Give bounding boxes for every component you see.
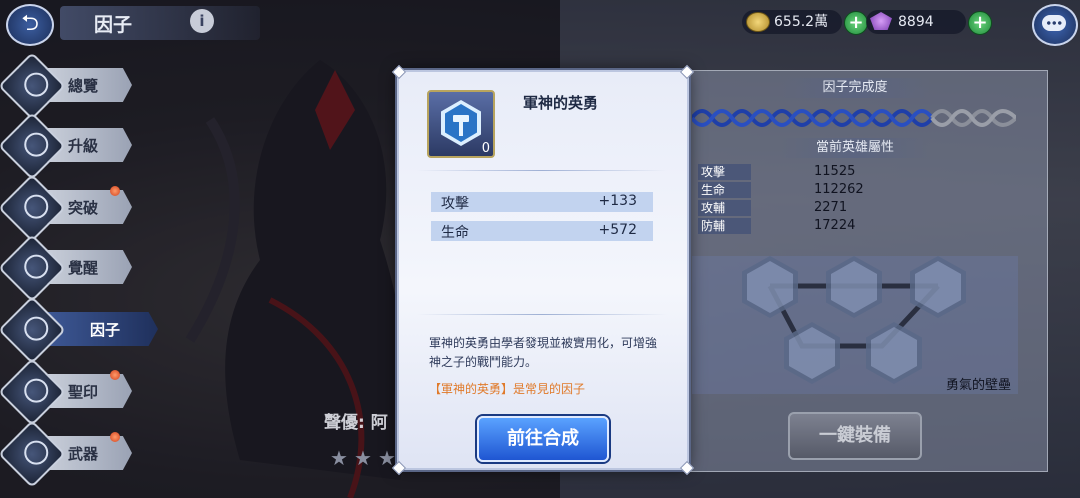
stat-row: 攻擊 11525 bbox=[698, 164, 1038, 180]
bonus-name: 攻擊 bbox=[441, 196, 469, 212]
notification-badge bbox=[110, 186, 120, 196]
hammer-icon bbox=[441, 100, 481, 146]
sidebar-item-seal[interactable]: 聖印 bbox=[0, 358, 135, 426]
stat-value: 11525 bbox=[814, 164, 856, 179]
star-icon: ★ bbox=[354, 446, 372, 470]
completion-title: 因子完成度 bbox=[780, 78, 930, 98]
sidebar-item-awaken[interactable]: 覺醒 bbox=[0, 234, 135, 302]
item-name: 軍神的英勇 bbox=[523, 94, 599, 112]
sidebar-item-overview[interactable]: 總覽 bbox=[0, 52, 135, 120]
sidebar-item-weapon[interactable]: 武器 bbox=[0, 420, 135, 488]
stat-value: 17224 bbox=[814, 218, 856, 233]
title-plate bbox=[60, 6, 260, 40]
sidebar-item-label: 升級 bbox=[68, 137, 99, 155]
voice-actor-label: 聲優: 阿 bbox=[324, 413, 388, 433]
rarity-note: 【軍神的英勇】是常見的因子 bbox=[429, 382, 586, 396]
gold-coin-icon bbox=[746, 12, 770, 32]
stat-row: 防輔 17224 bbox=[698, 218, 1038, 234]
dna-progress-icon bbox=[692, 109, 1016, 127]
chat-button[interactable] bbox=[1032, 4, 1078, 46]
top-bar: ⮌ 因子 i 655.2萬 + 8894 + bbox=[0, 0, 1080, 46]
factor-item-slot: 0 bbox=[427, 90, 495, 158]
sidebar-item-label: 突破 bbox=[68, 199, 99, 217]
add-gold-button[interactable]: + bbox=[844, 11, 868, 35]
stats-title: 當前英雄屬性 bbox=[780, 138, 930, 158]
sidebar-item-label: 因子 bbox=[90, 321, 121, 339]
stat-name: 生命 bbox=[698, 182, 751, 198]
sidebar-item-breakthrough[interactable]: 突破 bbox=[0, 174, 135, 242]
go-synthesize-button[interactable]: 前往合成 bbox=[477, 416, 609, 462]
bonus-row: 攻擊 +133 bbox=[431, 192, 653, 212]
notification-badge bbox=[110, 432, 120, 442]
bonus-name: 生命 bbox=[441, 225, 469, 241]
info-icon[interactable]: i bbox=[190, 9, 214, 33]
gold-amount: 655.2萬 bbox=[774, 14, 829, 30]
stat-name: 攻擊 bbox=[698, 164, 751, 180]
sidebar-item-label: 武器 bbox=[68, 445, 99, 463]
item-description: 軍神的英勇由學者發現並被實用化，可增強神之子的戰鬥能力。 bbox=[429, 336, 658, 369]
divider bbox=[417, 170, 667, 171]
bonus-row: 生命 +572 bbox=[431, 221, 653, 241]
bonus-value: +572 bbox=[598, 222, 637, 238]
divider bbox=[417, 314, 667, 315]
sidebar-item-label: 總覽 bbox=[68, 77, 99, 95]
factor-detail-modal: 0 軍神的英勇 攻擊 +133 生命 +572 軍神的英勇由學者發現並被實用化，… bbox=[391, 64, 695, 476]
stat-name: 防輔 bbox=[698, 218, 751, 234]
auto-equip-button[interactable]: 一鍵裝備 bbox=[788, 412, 922, 460]
bonus-value: +133 bbox=[598, 193, 637, 209]
sidebar-item-factor[interactable]: 因子 bbox=[0, 296, 158, 364]
notification-badge bbox=[110, 370, 120, 380]
back-button[interactable]: ⮌ bbox=[6, 4, 54, 46]
stat-row: 生命 112262 bbox=[698, 182, 1038, 198]
stat-name: 攻輔 bbox=[698, 200, 751, 216]
sidebar-item-label: 覺醒 bbox=[68, 259, 99, 277]
item-count: 0 bbox=[481, 141, 490, 156]
sidebar-item-label: 聖印 bbox=[68, 383, 99, 401]
sidebar-item-upgrade[interactable]: 升級 bbox=[0, 112, 135, 180]
set-name: 勇氣的壁壘 bbox=[946, 378, 1012, 393]
stat-row: 攻輔 2271 bbox=[698, 200, 1038, 216]
page-title: 因子 bbox=[94, 14, 133, 36]
stat-value: 2271 bbox=[814, 200, 848, 215]
star-icon: ★ bbox=[330, 446, 348, 470]
gem-amount: 8894 bbox=[898, 14, 934, 30]
stat-value: 112262 bbox=[814, 182, 864, 197]
add-gems-button[interactable]: + bbox=[968, 11, 992, 35]
